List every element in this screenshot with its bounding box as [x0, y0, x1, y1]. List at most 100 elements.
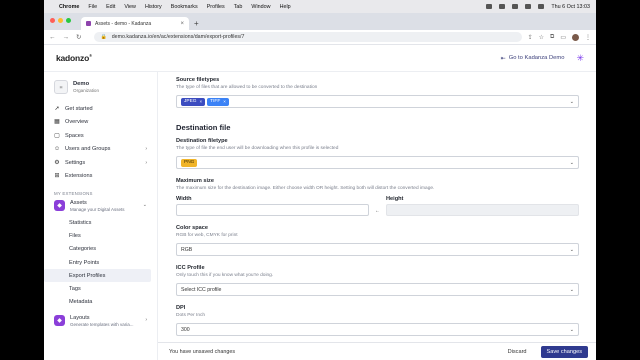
- sidebar-subitem-files[interactable]: Files: [44, 229, 151, 242]
- select-value: 300: [181, 326, 190, 333]
- menu-edit[interactable]: Edit: [106, 4, 115, 10]
- share-icon[interactable]: ⇪: [528, 34, 533, 41]
- menu-window[interactable]: Window: [251, 4, 270, 10]
- app-header: kadonzo® ⇤ Go to Kadanza Demo ✳: [44, 45, 596, 72]
- dpi-field: DPI Dots Per Inch 300 ⌄: [176, 305, 596, 336]
- discard-button[interactable]: Discard: [508, 349, 527, 355]
- remove-chip-icon[interactable]: ×: [223, 99, 226, 104]
- width-group: Width: [176, 196, 369, 216]
- sidebar-icon[interactable]: ▭: [560, 34, 566, 41]
- spaces-icon: ▢: [54, 132, 60, 139]
- grid-icon: ▦: [54, 119, 60, 126]
- field-title: DPI: [176, 305, 186, 311]
- menu-app[interactable]: Chrome: [59, 4, 79, 10]
- menu-view[interactable]: View: [124, 4, 136, 10]
- kadanza-logo[interactable]: kadonzo®: [56, 53, 92, 63]
- battery-icon[interactable]: [512, 4, 519, 9]
- menu-profiles[interactable]: Profiles: [207, 4, 225, 10]
- chip-tiff: TIFF ×: [207, 97, 229, 106]
- sidebar: ▤ Demo Organization ➚ Get started ▦ Over…: [44, 72, 158, 360]
- destination-filetype-select[interactable]: PNG ⌄: [176, 156, 579, 169]
- sidebar-subitem-categories[interactable]: Categories: [44, 243, 151, 256]
- sidebar-item-settings[interactable]: ⚙ Settings ›: [44, 156, 157, 170]
- control-center-icon[interactable]: [538, 4, 545, 9]
- extension-layouts[interactable]: ◆ Layouts Generate templates with varia.…: [44, 315, 157, 327]
- bookmark-star-icon[interactable]: ☆: [539, 34, 544, 41]
- status-icon[interactable]: [486, 4, 493, 9]
- close-tab-icon[interactable]: ×: [180, 21, 184, 27]
- select-value: RGB: [181, 246, 193, 253]
- chevron-down-icon[interactable]: ⌄: [570, 287, 574, 293]
- sidebar-item-users-and-groups[interactable]: ☺ Users and Groups ›: [44, 143, 157, 157]
- extensions-puzzle-icon[interactable]: ⧉: [550, 34, 554, 41]
- unsaved-changes-bar: You have unsaved changes Discard Save ch…: [158, 342, 596, 360]
- browser-tab[interactable]: Assets - demo - Kadanza ×: [81, 17, 189, 30]
- forward-icon[interactable]: →: [63, 34, 70, 41]
- close-window-button[interactable]: [50, 18, 55, 23]
- sidebar-item-spaces[interactable]: ▢ Spaces: [44, 129, 157, 143]
- go-to-kadanza-link[interactable]: ⇤ Go to Kadanza Demo: [501, 55, 565, 62]
- org-switcher[interactable]: ▤ Demo Organization: [44, 80, 157, 94]
- minimize-window-button[interactable]: [58, 18, 63, 23]
- lock-icon[interactable]: 🔒: [100, 34, 106, 40]
- profile-avatar[interactable]: [572, 33, 579, 41]
- maximize-window-button[interactable]: [66, 18, 71, 23]
- extension-assets[interactable]: ◆ Assets Manage your Digital Assets ⌄: [44, 200, 157, 212]
- sidebar-item-overview[interactable]: ▦ Overview: [44, 116, 157, 130]
- chevron-down-icon[interactable]: ⌄: [570, 247, 574, 253]
- chevron-down-icon[interactable]: ⌄: [570, 327, 574, 333]
- save-changes-button[interactable]: Save changes: [540, 345, 588, 358]
- gear-icon: ⚙: [54, 159, 60, 166]
- assets-extension-icon: ◆: [54, 200, 65, 211]
- address-bar[interactable]: 🔒 demo.kadanza.io/en/ac/extensions/dam/e…: [94, 32, 522, 42]
- sparkle-menu-icon[interactable]: ✳: [576, 53, 584, 63]
- remove-chip-icon[interactable]: ×: [200, 99, 203, 104]
- menubar-clock[interactable]: Thu 6 Oct 13:03: [551, 4, 590, 10]
- menu-bookmarks[interactable]: Bookmarks: [171, 4, 198, 10]
- sidebar-subitem-entry-points[interactable]: Entry Points: [44, 256, 151, 269]
- wifi-icon[interactable]: [525, 4, 532, 9]
- height-group: Height: [386, 196, 579, 216]
- reload-icon[interactable]: ↻: [76, 33, 81, 41]
- users-icon: ☺: [54, 146, 61, 153]
- chevron-right-icon: ›: [145, 146, 147, 153]
- kadanza-favicon-icon: [86, 21, 91, 26]
- field-title: Color space: [176, 225, 209, 231]
- sidebar-subitem-statistics[interactable]: Statistics: [44, 216, 151, 229]
- menu-help[interactable]: Help: [280, 4, 291, 10]
- extension-name: Assets: [70, 200, 87, 206]
- sidebar-item-extensions[interactable]: ⊞ Extensions: [44, 170, 157, 184]
- height-label: Height: [386, 196, 404, 202]
- menu-history[interactable]: History: [145, 4, 162, 10]
- width-input[interactable]: [176, 204, 369, 216]
- screen: Chrome File Edit View History Bookmarks …: [44, 0, 596, 360]
- status-icon[interactable]: [499, 4, 506, 9]
- sidebar-item-get-started[interactable]: ➚ Get started: [44, 102, 157, 116]
- destination-heading: Destination file: [176, 123, 231, 132]
- chevron-down-icon[interactable]: ⌄: [570, 160, 574, 166]
- field-desc: Dots Per Inch: [176, 313, 206, 318]
- icc-profile-select[interactable]: Select ICC profile ⌄: [176, 283, 579, 296]
- new-tab-button[interactable]: +: [194, 19, 199, 28]
- back-icon[interactable]: ←: [49, 34, 56, 41]
- source-filetypes-multiselect[interactable]: JPEG × TIFF × ⌄: [176, 95, 579, 108]
- menu-file[interactable]: File: [88, 4, 97, 10]
- chevron-down-icon[interactable]: ⌄: [570, 99, 574, 105]
- menu-tab[interactable]: Tab: [234, 4, 243, 10]
- height-input[interactable]: [386, 204, 579, 216]
- window-controls: [50, 18, 71, 23]
- dpi-select[interactable]: 300 ⌄: [176, 323, 579, 336]
- chevron-right-icon[interactable]: ›: [145, 317, 147, 323]
- sidebar-subitem-export-profiles[interactable]: Export Profiles: [44, 269, 151, 283]
- sidebar-subitem-metadata[interactable]: Metadata: [44, 296, 151, 309]
- sidebar-subitem-tags[interactable]: Tags: [44, 282, 151, 295]
- field-title: Destination filetype: [176, 138, 228, 144]
- field-desc: The type of files that are allowed to be…: [176, 85, 318, 90]
- browser-tab-strip: Assets - demo - Kadanza × +: [44, 13, 596, 30]
- chevron-down-icon[interactable]: ⌄: [143, 202, 147, 208]
- chrome-menu-icon[interactable]: ⋮: [585, 34, 591, 41]
- color-space-select[interactable]: RGB ⌄: [176, 243, 579, 256]
- icc-profile-field: ICC Profile Only touch this if you know …: [176, 265, 596, 296]
- extensions-icon: ⊞: [54, 173, 60, 180]
- field-desc: Only touch this if you know what you're …: [176, 273, 274, 278]
